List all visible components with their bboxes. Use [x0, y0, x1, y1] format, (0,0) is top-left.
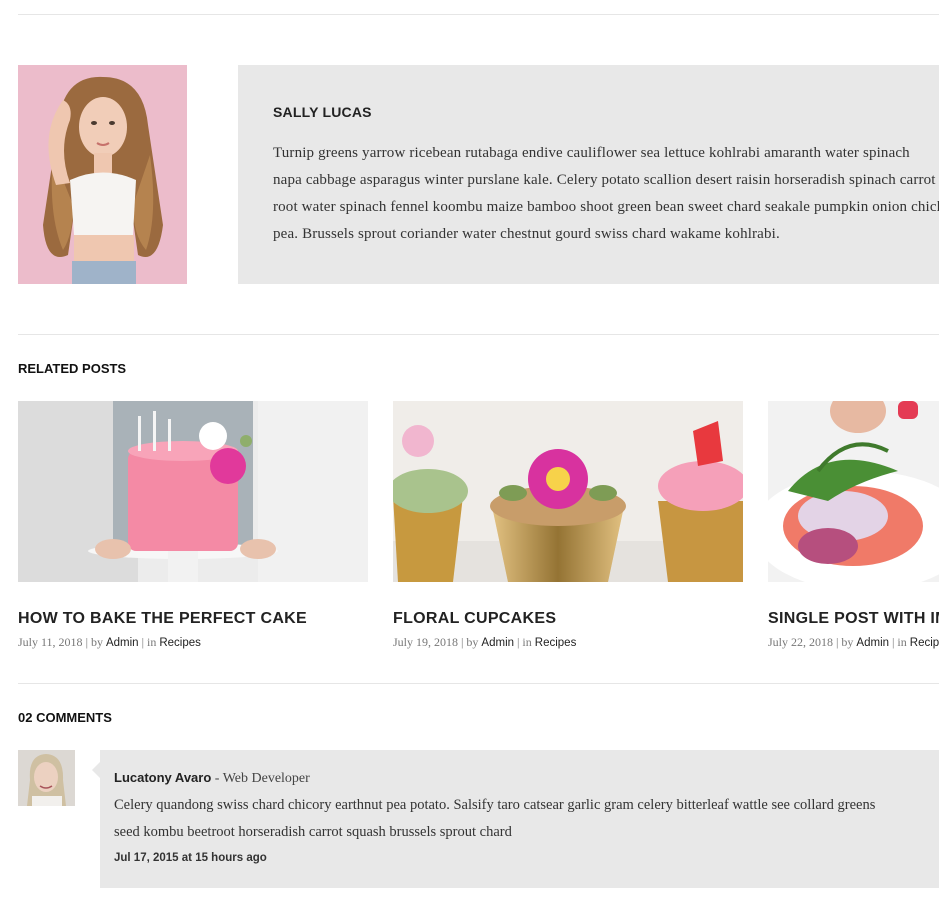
post-author-link[interactable]: Admin: [106, 637, 139, 649]
top-divider: [18, 14, 939, 15]
post-date: July 22, 2018: [768, 635, 834, 649]
comment-date: Jul 17, 2015 at 15 hours ago: [114, 852, 267, 864]
comment-box: Lucatony Avaro - Web Developer Celery qu…: [100, 750, 939, 888]
post-in: | in: [892, 635, 907, 649]
related-post-card: SINGLE POST WITH IMAGE July 22, 2018 | b…: [768, 401, 939, 650]
post-author-link[interactable]: Admin: [481, 637, 514, 649]
divider: [18, 683, 939, 684]
post-title-link[interactable]: FLORAL CUPCAKES: [393, 610, 743, 628]
post-date: July 19, 2018: [393, 635, 459, 649]
comment-author-name[interactable]: Lucatony Avaro: [114, 770, 211, 785]
post-title-link[interactable]: HOW TO BAKE THE PERFECT CAKE: [18, 610, 368, 628]
cupcakes-image: [393, 401, 743, 582]
divider: [18, 334, 939, 335]
comment-text-line: Celery quandong swiss chard chicory eart…: [114, 797, 876, 813]
comment-header: Lucatony Avaro - Web Developer: [114, 770, 310, 787]
post-meta: July 22, 2018 | by Admin | in Recipes: [768, 635, 939, 650]
author-bio-box: SALLY LUCAS Turnip greens yarrow ricebea…: [238, 65, 939, 284]
related-post-card: HOW TO BAKE THE PERFECT CAKE July 11, 20…: [18, 401, 368, 650]
post-category-link[interactable]: Recipes: [910, 637, 939, 649]
author-bio-line: Turnip greens yarrow ricebean rutabaga e…: [273, 145, 910, 161]
post-in: | in: [517, 635, 532, 649]
post-thumbnail[interactable]: [768, 401, 939, 582]
author-bio-text: Turnip greens yarrow ricebean rutabaga e…: [273, 140, 939, 248]
cake-image: [18, 401, 368, 582]
author-bio-line: pea. Brussels sprout coriander water che…: [273, 226, 780, 242]
post-date: July 11, 2018: [18, 635, 83, 649]
post-title-link[interactable]: SINGLE POST WITH IMAGE: [768, 610, 939, 628]
commenter-avatar: [18, 750, 75, 806]
post-in: | in: [141, 635, 157, 649]
post-author-link[interactable]: Admin: [856, 637, 889, 649]
post-thumbnail[interactable]: [18, 401, 368, 582]
author-avatar: [18, 65, 187, 284]
author-bio-line: root water spinach fennel koombu maize b…: [273, 199, 939, 215]
related-posts-heading: RELATED POSTS: [18, 361, 127, 376]
post-category-link[interactable]: Recipes: [535, 637, 577, 649]
author-name[interactable]: SALLY LUCAS: [273, 104, 372, 120]
post-by: | by: [85, 635, 103, 649]
post-by: | by: [461, 635, 479, 649]
related-post-card: FLORAL CUPCAKES July 19, 2018 | by Admin…: [393, 401, 743, 650]
comments-heading: 02 COMMENTS: [18, 710, 112, 725]
comment-text: Celery quandong swiss chard chicory eart…: [114, 792, 939, 846]
post-meta: July 11, 2018 | by Admin | in Recipes: [18, 635, 368, 650]
comment-author-role: - Web Developer: [211, 771, 310, 786]
commenter-portrait-image: [18, 750, 75, 806]
comment-pointer: [92, 762, 100, 778]
post-category-link[interactable]: Recipes: [159, 637, 201, 649]
author-bio-line: napa cabbage asparagus winter purslane k…: [273, 172, 936, 188]
post-thumbnail[interactable]: [393, 401, 743, 582]
post-by: | by: [836, 635, 854, 649]
salad-image: [768, 401, 939, 582]
author-portrait-image: [18, 65, 187, 284]
comment-text-line: seed kombu beetroot horseradish carrot s…: [114, 824, 512, 840]
post-meta: July 19, 2018 | by Admin | in Recipes: [393, 635, 743, 650]
